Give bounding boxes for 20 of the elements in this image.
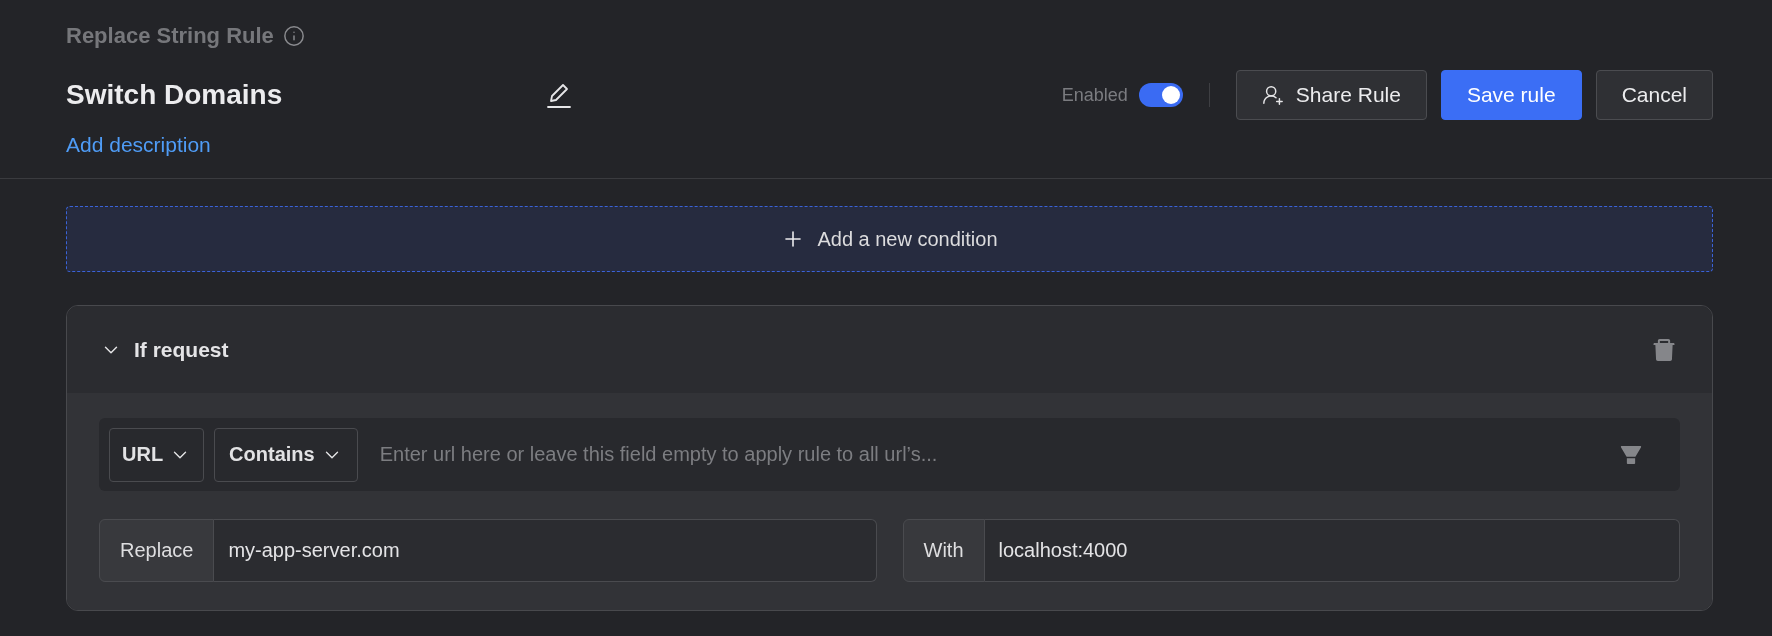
cancel-button[interactable]: Cancel (1595, 70, 1713, 120)
input-label: Replace (99, 519, 215, 582)
share-rule-button[interactable]: Share Rule (1235, 70, 1427, 120)
operator-dropdown[interactable]: Contains (214, 427, 358, 482)
rule-type-title: Replace String Rule (66, 22, 274, 50)
add-description-link[interactable]: Add description (66, 132, 211, 158)
info-icon[interactable] (282, 25, 305, 47)
rule-name: Switch Domains (66, 78, 284, 112)
add-condition-button[interactable]: Add a new condition (66, 206, 1713, 272)
condition-title: If request (134, 337, 230, 362)
pencil-icon[interactable] (545, 81, 573, 109)
source-dropdown[interactable]: URL (109, 427, 205, 482)
url-filter-bar[interactable]: URL Contains Enter url here or leave this field empty to apply rule to all url’s... (99, 418, 1680, 491)
toggle-switch[interactable] (1138, 83, 1183, 107)
user-plus-icon (1261, 84, 1284, 106)
text-input-field[interactable]: my-app-server.com (214, 519, 877, 582)
input-label: With (902, 519, 985, 582)
text-input-field[interactable]: localhost:4000 (984, 519, 1680, 582)
enabled-label: Enabled (1061, 84, 1128, 106)
save-rule-button[interactable]: Save rule (1440, 70, 1582, 120)
